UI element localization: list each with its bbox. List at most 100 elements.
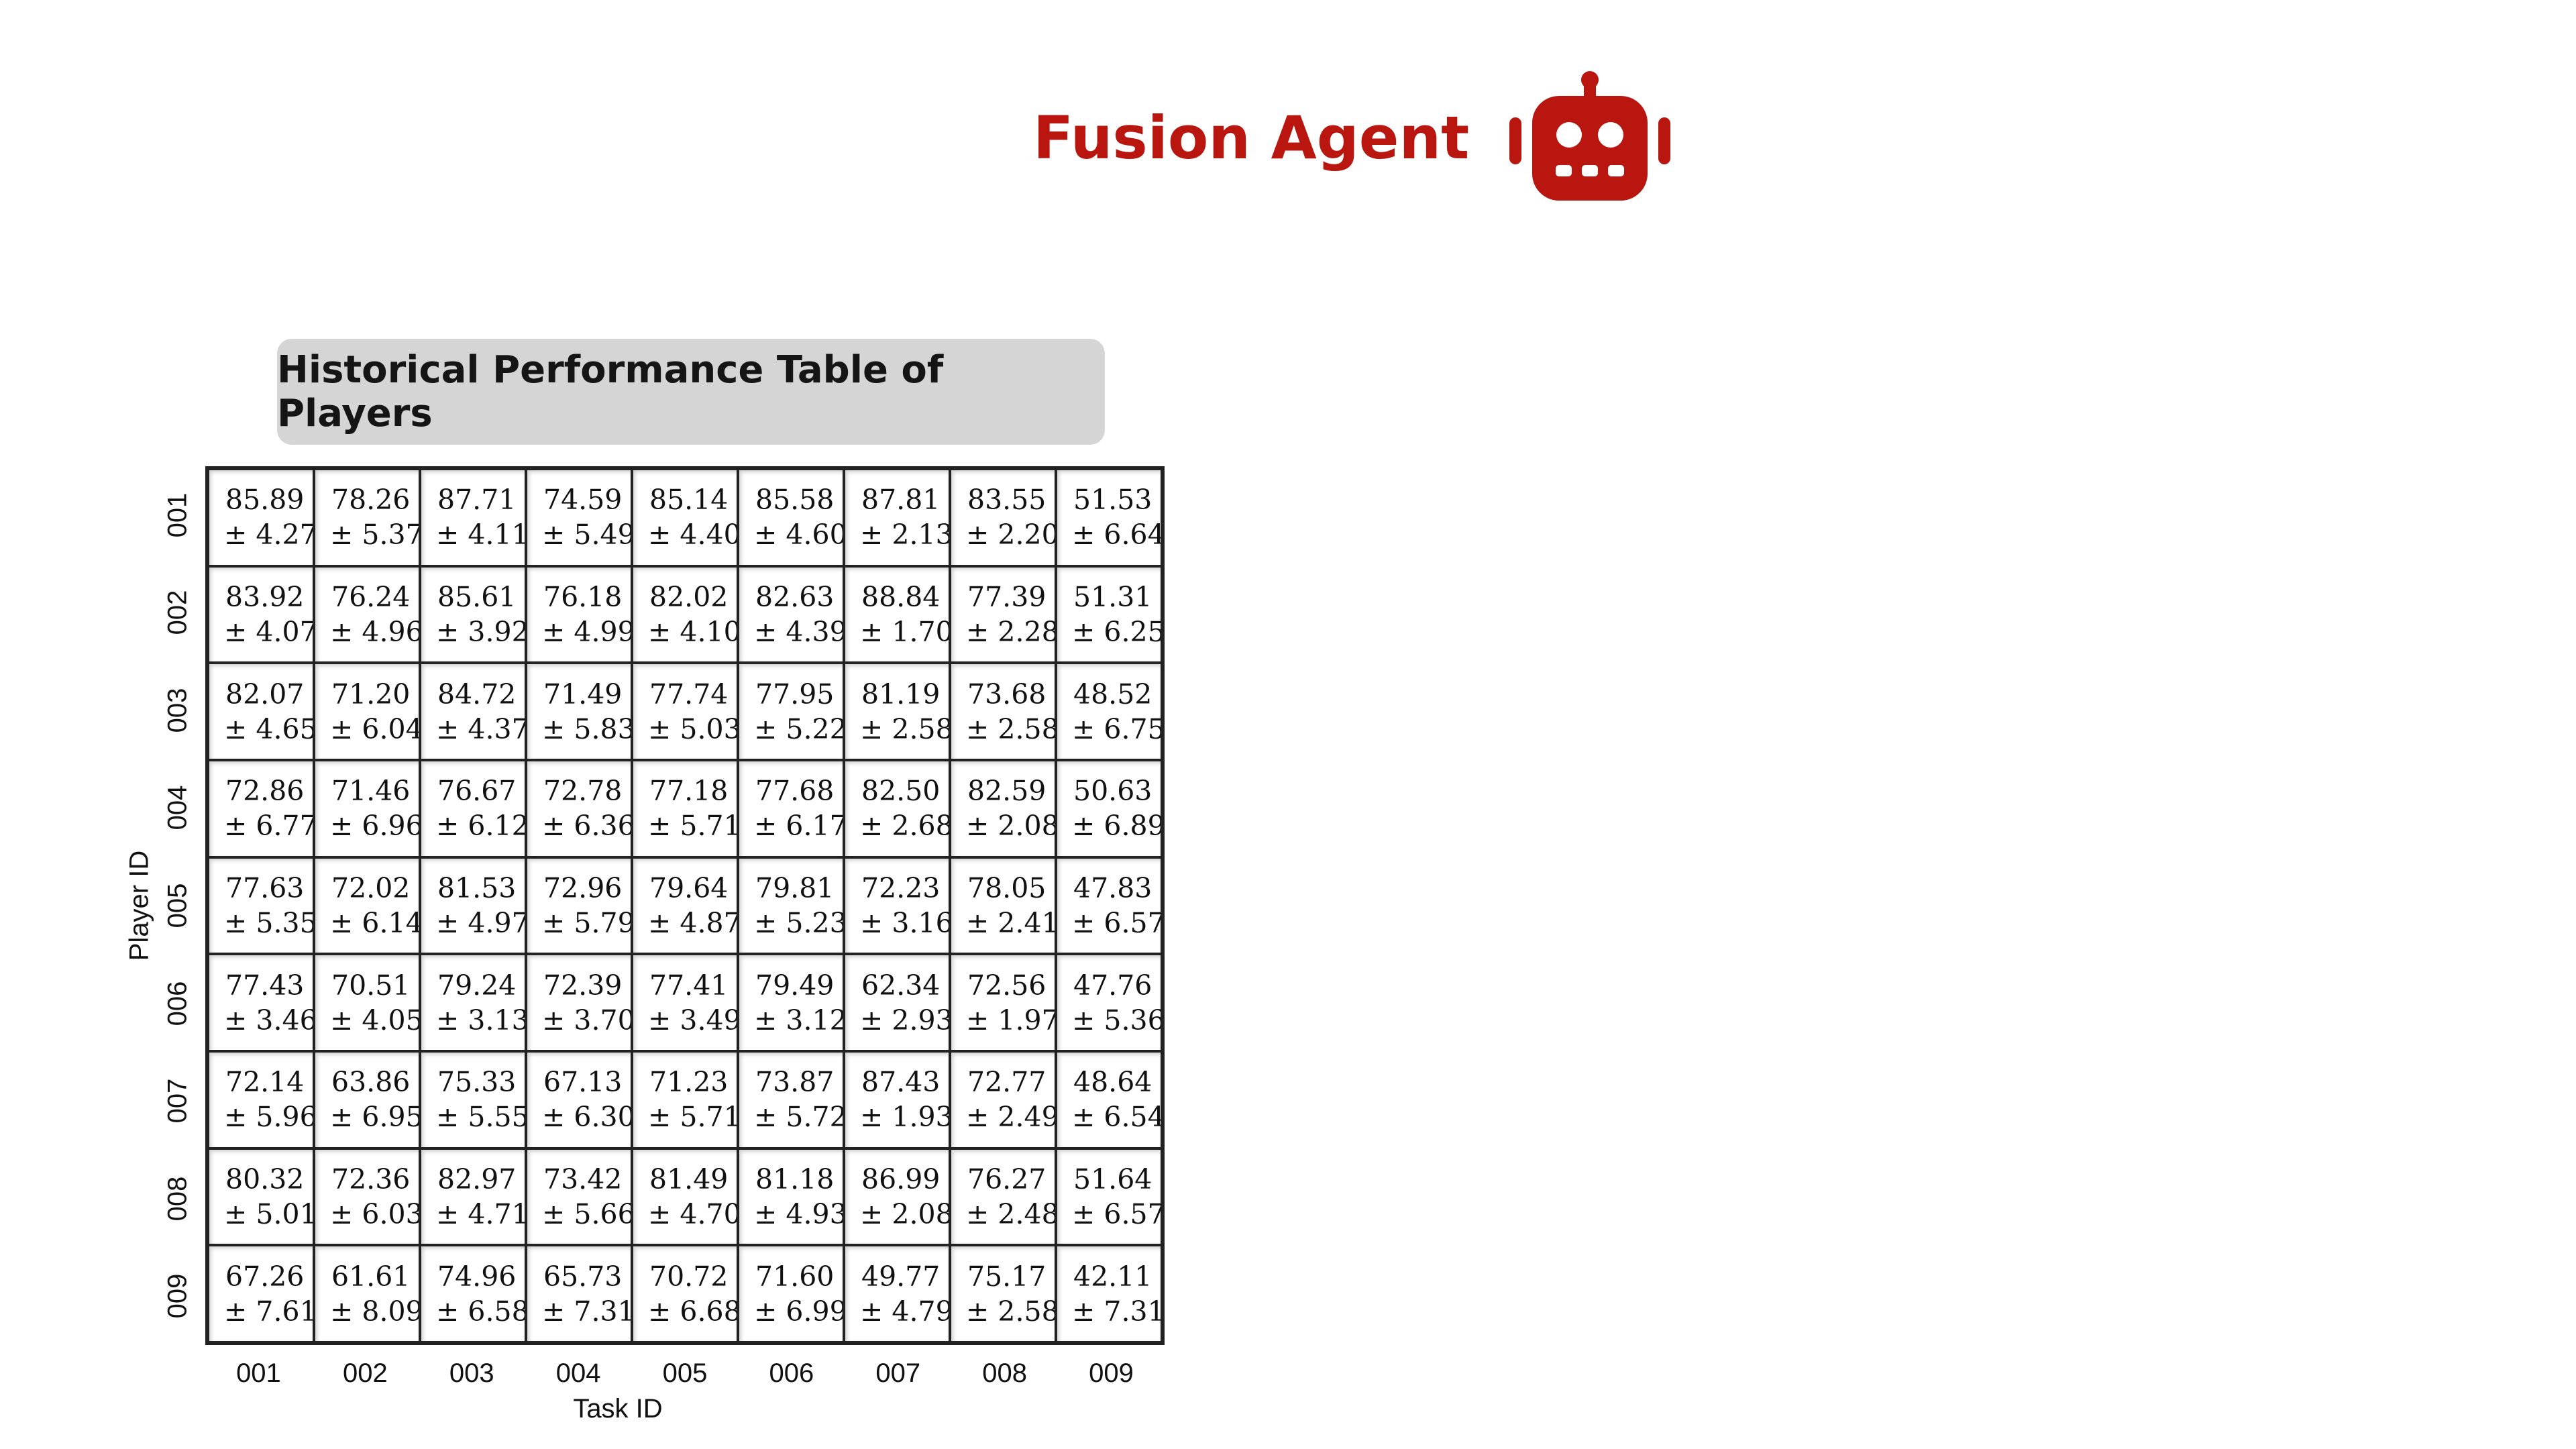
cell-std: ± 1.93 <box>860 1101 950 1134</box>
player-id-text: 002 <box>162 590 193 635</box>
table-cell: 76.18 ± 4.99 <box>526 566 632 663</box>
cell-mean: 82.02 <box>649 580 729 613</box>
table-cell: 82.97 ± 4.71 <box>420 1148 526 1246</box>
table-cell: 77.43 ± 3.46 <box>208 954 314 1051</box>
table-cell: 67.13 ± 6.30 <box>526 1051 632 1148</box>
cell-std: ± 3.13 <box>436 1004 526 1036</box>
cell-mean: 47.76 <box>1073 969 1152 1002</box>
table-cell: 51.31 ± 6.25 <box>1056 566 1162 663</box>
cell-mean: 61.61 <box>331 1260 411 1293</box>
table-cell: 76.27 ± 2.48 <box>950 1148 1056 1246</box>
table-cell: 73.68 ± 2.58 <box>950 663 1056 760</box>
cell-std: ± 6.04 <box>330 712 420 745</box>
table-cell: 72.78 ± 6.36 <box>526 760 632 857</box>
table-cell: 87.81 ± 2.13 <box>844 469 950 566</box>
player-id-text: 009 <box>162 1273 193 1319</box>
cell-std: ± 5.55 <box>436 1101 526 1134</box>
table-cell: 82.63 ± 4.39 <box>738 566 844 663</box>
table-cell: 74.59 ± 5.49 <box>526 469 632 566</box>
table-cell: 71.20 ± 6.04 <box>314 663 420 760</box>
cell-mean: 71.60 <box>755 1260 835 1293</box>
table-cell: 79.64 ± 4.87 <box>632 857 738 955</box>
cell-mean: 70.72 <box>649 1260 729 1293</box>
cell-std: ± 4.10 <box>648 615 738 648</box>
table-cell: 70.51 ± 4.05 <box>314 954 420 1051</box>
player-id-text: 004 <box>162 786 193 830</box>
table-cell: 83.55 ± 2.20 <box>950 469 1056 566</box>
cell-std: ± 4.71 <box>436 1197 526 1230</box>
cell-mean: 72.23 <box>861 871 941 904</box>
cell-mean: 51.31 <box>1073 580 1152 613</box>
cell-mean: 73.87 <box>755 1066 835 1099</box>
table-cell: 72.56 ± 1.97 <box>950 954 1056 1051</box>
cell-std: ± 4.87 <box>648 906 738 939</box>
cell-std: ± 6.68 <box>648 1295 738 1328</box>
cell-mean: 82.63 <box>755 580 835 613</box>
table-cell: 61.61 ± 8.09 <box>314 1245 420 1342</box>
cell-std: ± 4.60 <box>754 519 844 551</box>
table-cell: 77.68 ± 6.17 <box>738 760 844 857</box>
cell-mean: 71.46 <box>331 775 411 808</box>
cell-mean: 70.51 <box>331 969 411 1002</box>
table-cell: 83.92 ± 4.07 <box>208 566 314 663</box>
cell-std: ± 3.49 <box>648 1004 738 1036</box>
cell-mean: 77.43 <box>225 969 305 1002</box>
cell-std: ± 7.31 <box>542 1295 632 1328</box>
cell-std: ± 4.40 <box>648 519 738 551</box>
cell-std: ± 5.36 <box>1072 1004 1162 1036</box>
cell-std: ± 6.64 <box>1072 519 1162 551</box>
table-cell: 82.02 ± 4.10 <box>632 566 738 663</box>
cell-std: ± 4.65 <box>224 712 314 745</box>
cell-std: ± 2.49 <box>966 1101 1056 1134</box>
cell-std: ± 2.48 <box>966 1197 1056 1230</box>
table-cell: 71.23 ± 5.71 <box>632 1051 738 1148</box>
table-cell: 81.19 ± 2.58 <box>844 663 950 760</box>
cell-std: ± 6.25 <box>1072 615 1162 648</box>
task-id-label: 004 <box>555 1358 601 1388</box>
cell-mean: 80.32 <box>225 1163 305 1195</box>
cell-std: ± 5.72 <box>754 1101 844 1134</box>
cell-std: ± 5.03 <box>648 712 738 745</box>
cell-std: ± 4.97 <box>436 906 526 939</box>
table-cell: 87.43 ± 1.93 <box>844 1051 950 1148</box>
cell-mean: 75.33 <box>437 1066 517 1099</box>
cell-mean: 81.18 <box>755 1163 835 1195</box>
table-cell: 72.14 ± 5.96 <box>208 1051 314 1148</box>
cell-std: ± 8.09 <box>330 1295 420 1328</box>
table-cell: 79.24 ± 3.13 <box>420 954 526 1051</box>
table-cell: 78.05 ± 2.41 <box>950 857 1056 955</box>
cell-std: ± 5.83 <box>542 712 632 745</box>
cell-mean: 67.13 <box>543 1066 623 1099</box>
cell-std: ± 4.39 <box>754 615 844 648</box>
table-cell: 49.77 ± 4.79 <box>844 1245 950 1342</box>
table-cell: 81.18 ± 4.93 <box>738 1148 844 1246</box>
table-cell: 85.14 ± 4.40 <box>632 469 738 566</box>
cell-std: ± 6.77 <box>224 810 314 843</box>
cell-std: ± 6.14 <box>330 906 420 939</box>
cell-std: ± 2.58 <box>966 1295 1056 1328</box>
cell-std: ± 2.20 <box>966 519 1056 551</box>
cell-mean: 72.02 <box>331 871 411 904</box>
task-id-label: 005 <box>662 1358 708 1388</box>
cell-mean: 71.20 <box>331 678 411 710</box>
cell-mean: 83.55 <box>967 484 1046 517</box>
cell-mean: 76.18 <box>543 580 623 613</box>
cell-std: ± 6.75 <box>1072 712 1162 745</box>
cell-std: ± 6.99 <box>754 1295 844 1328</box>
cell-std: ± 4.05 <box>330 1004 420 1036</box>
cell-std: ± 6.54 <box>1072 1101 1162 1134</box>
cell-mean: 73.68 <box>967 678 1046 710</box>
cell-std: ± 7.31 <box>1072 1295 1162 1328</box>
app-title: Fusion Agent <box>1033 103 1470 172</box>
table-cell: 77.41 ± 3.49 <box>632 954 738 1051</box>
cell-mean: 77.39 <box>967 580 1046 613</box>
cell-mean: 86.99 <box>861 1163 941 1195</box>
table-cell: 71.46 ± 6.96 <box>314 760 420 857</box>
cell-mean: 88.84 <box>861 580 941 613</box>
cell-std: ± 5.01 <box>224 1197 314 1230</box>
cell-mean: 72.39 <box>543 969 623 1002</box>
table-cell: 87.71 ± 4.11 <box>420 469 526 566</box>
task-id-label: 006 <box>769 1358 814 1388</box>
cell-mean: 85.58 <box>755 484 835 517</box>
cell-mean: 72.86 <box>225 775 305 808</box>
